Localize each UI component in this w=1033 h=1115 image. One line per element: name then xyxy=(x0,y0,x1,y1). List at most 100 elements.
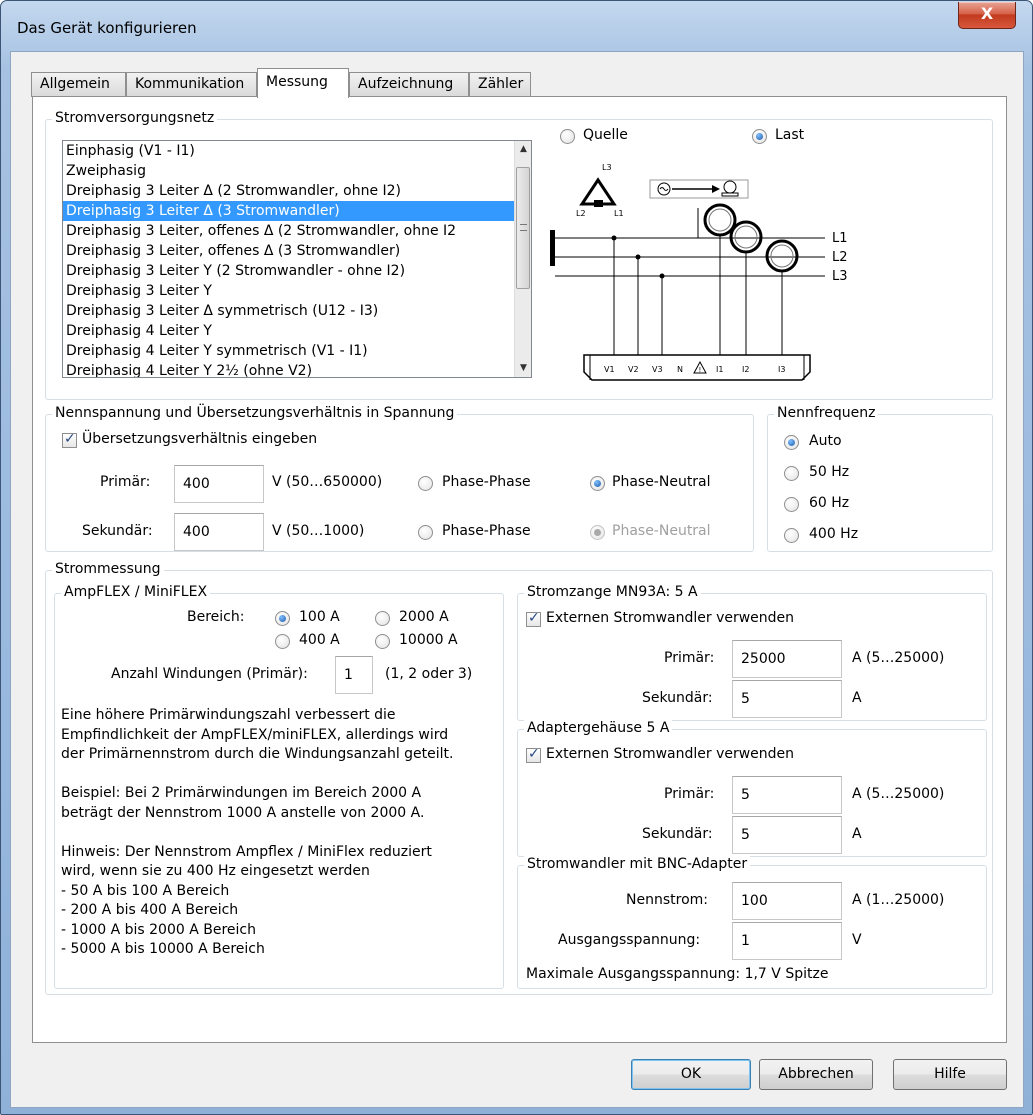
list-item[interactable]: Dreiphasig 3 Leiter Δ (2 Stromwandler, o… xyxy=(63,181,531,201)
network-type-list[interactable]: Einphasig (V1 - I1) Zweiphasig Dreiphasig … xyxy=(62,140,532,378)
adapter-primary-input[interactable]: 5 xyxy=(732,776,842,814)
help-button[interactable]: Hilfe xyxy=(893,1059,1007,1090)
mn93a-secondary-input[interactable]: 5 xyxy=(732,680,842,718)
adapter-secondary-input[interactable]: 5 xyxy=(732,816,842,854)
network-list-scrollbar[interactable]: ▲ ▼ xyxy=(514,141,531,377)
list-item[interactable]: Zweiphasig xyxy=(63,161,531,181)
info-text-line: beträgt der Nennstrom 1000 A anstelle vo… xyxy=(61,804,425,821)
range-100a-label: 100 A xyxy=(299,609,340,625)
wiring-diagram: L3 L2 L1 L1 L2 L3 V1 V2 V3 N I1 I2 I3 ! xyxy=(550,163,848,381)
secondary-phase-phase-radio[interactable] xyxy=(418,525,433,540)
list-item[interactable]: Einphasig (V1 - I1) xyxy=(63,141,531,161)
list-item[interactable]: Dreiphasig 4 Leiter Y xyxy=(63,321,531,341)
list-item[interactable]: Dreiphasig 3 Leiter Y (2 Stromwandler - … xyxy=(63,261,531,281)
frequency-legend: Nennfrequenz xyxy=(774,405,879,421)
ampflex-group: AmpFLEX / MiniFLEX Bereich: 100 A 2000 A… xyxy=(54,584,504,989)
mn93a-primary-input[interactable]: 25000 xyxy=(732,640,842,678)
source-label: Quelle xyxy=(583,127,628,143)
voltage-group: Nennspannung und Übersetzungsverhältnis … xyxy=(45,405,754,552)
terminal-v1: V1 xyxy=(604,365,615,374)
bnc-group: Stromwandler mit BNC-Adapter Nennstrom: … xyxy=(517,856,987,989)
list-item[interactable]: Dreiphasig 3 Leiter Δ (3 Stromwandler) xyxy=(63,201,531,221)
network-legend: Stromversorgungsnetz xyxy=(52,110,218,126)
load-radio[interactable] xyxy=(752,129,767,144)
primary-phase-phase-label: Phase-Phase xyxy=(442,474,531,490)
source-radio[interactable] xyxy=(560,129,575,144)
range-10000a-label: 10000 A xyxy=(399,632,458,648)
adapter-ext-checkbox[interactable] xyxy=(526,746,541,763)
title-bar[interactable]: Das Gerät konfigurieren X xyxy=(1,1,1032,51)
cancel-button[interactable]: Abbrechen xyxy=(759,1059,873,1090)
list-item[interactable]: Dreiphasig 4 Leiter Y 2½ (ohne V2) xyxy=(63,361,531,377)
freq-60hz-label: 60 Hz xyxy=(809,495,850,511)
info-text-line xyxy=(61,765,454,785)
secondary-phase-neutral-label: Phase-Neutral xyxy=(612,523,711,539)
scroll-up-arrow[interactable]: ▲ xyxy=(515,141,531,158)
info-text-line: Beispiel: Bei 2 Primärwindungen im Berei… xyxy=(61,785,422,801)
freq-400hz-radio[interactable] xyxy=(784,528,799,543)
tab-aufzeichnung[interactable]: Aufzeichnung xyxy=(349,72,469,97)
info-text-line: - 200 A bis 400 A Bereich xyxy=(61,902,239,918)
terminal-i3: I3 xyxy=(778,365,785,374)
terminal-v2: V2 xyxy=(628,365,639,374)
list-item[interactable]: Dreiphasig 3 Leiter, offenes Δ (3 Stromw… xyxy=(63,241,531,261)
range-2000a-radio[interactable] xyxy=(375,611,390,626)
delta-label-l3: L3 xyxy=(602,163,612,172)
voltage-primary-range: V (50…650000) xyxy=(272,474,383,490)
voltage-secondary-input[interactable]: 400 xyxy=(174,513,264,551)
dialog-client: Allgemein Kommunikation Messung Aufzeich… xyxy=(10,51,1024,1108)
info-text-line: - 50 A bis 100 A Bereich xyxy=(61,882,230,899)
voltage-primary-label: Primär: xyxy=(100,474,151,490)
ok-button[interactable]: OK xyxy=(631,1059,751,1090)
list-item[interactable]: Dreiphasig 3 Leiter, offenes Δ (2 Stromw… xyxy=(63,221,531,241)
tab-allgemein[interactable]: Allgemein xyxy=(31,72,126,97)
voltage-secondary-range: V (50…1000) xyxy=(272,523,365,539)
mn93a-ext-checkbox[interactable] xyxy=(526,610,541,627)
primary-phase-phase-radio[interactable] xyxy=(418,476,433,491)
scroll-down-arrow[interactable]: ▼ xyxy=(515,360,531,377)
terminal-i2: I2 xyxy=(742,365,749,374)
delta-symbol-icon: L3 L2 L1 xyxy=(576,163,624,218)
range-100a-radio[interactable] xyxy=(275,611,290,626)
close-button[interactable]: X xyxy=(958,2,1016,29)
mn93a-secondary-unit: A xyxy=(852,690,862,706)
tab-messung[interactable]: Messung xyxy=(257,68,349,98)
adapter-primary-range: A (5…25000) xyxy=(852,786,945,802)
info-text-line: Hinweis: Der Nennstrom Ampflex / MiniFle… xyxy=(61,843,432,860)
mn93a-ext-label: Externen Stromwandler verwenden xyxy=(546,610,795,626)
tab-zaehler[interactable]: Zähler xyxy=(469,72,531,97)
terminal-i1: I1 xyxy=(716,365,723,374)
freq-400hz-label: 400 Hz xyxy=(809,526,859,542)
adapter-primary-label: Primär: xyxy=(664,786,715,802)
bnc-output-input[interactable]: 1 xyxy=(732,922,842,960)
terminal-n: N xyxy=(677,365,683,374)
range-400a-radio[interactable] xyxy=(275,634,290,649)
freq-auto-radio[interactable] xyxy=(784,435,799,450)
mn93a-group: Stromzange MN93A: 5 A Externen Stromwand… xyxy=(517,584,987,721)
adapter-secondary-label: Sekundär: xyxy=(642,826,713,842)
dialog-footer: OK Abbrechen Hilfe xyxy=(11,1043,1023,1107)
info-text-line: - 1000 A bis 2000 A Bereich xyxy=(61,921,256,938)
tab-kommunikation[interactable]: Kommunikation xyxy=(126,72,257,97)
primary-phase-neutral-radio[interactable] xyxy=(590,476,605,491)
tab-page-messung: Stromversorgungsnetz Einphasig (V1 - I1)… xyxy=(32,96,1007,1043)
freq-60hz-radio[interactable] xyxy=(784,497,799,512)
terminal-v3: V3 xyxy=(652,365,663,374)
svg-text:!: ! xyxy=(699,366,702,374)
source-to-load-icon xyxy=(649,179,749,199)
range-400a-label: 400 A xyxy=(299,632,340,648)
network-group: Stromversorgungsnetz Einphasig (V1 - I1)… xyxy=(45,110,993,400)
line-label-l1: L1 xyxy=(832,231,848,246)
windings-input[interactable]: 1 xyxy=(335,656,373,694)
range-10000a-radio[interactable] xyxy=(375,634,390,649)
scroll-thumb[interactable] xyxy=(516,167,530,289)
list-item[interactable]: Dreiphasig 4 Leiter Y symmetrisch (V1 - … xyxy=(63,341,531,361)
list-item[interactable]: Dreiphasig 3 Leiter Y xyxy=(63,281,531,301)
bnc-nominal-input[interactable]: 100 xyxy=(732,882,842,920)
current-legend: Strommessung xyxy=(52,561,164,577)
freq-50hz-radio[interactable] xyxy=(784,466,799,481)
adapter-group: Adaptergehäuse 5 A Externen Stromwandler… xyxy=(517,720,987,857)
list-item[interactable]: Dreiphasig 3 Leiter Δ symmetrisch (U12 -… xyxy=(63,301,531,321)
ratio-checkbox[interactable] xyxy=(62,431,77,448)
voltage-primary-input[interactable]: 400 xyxy=(174,465,264,503)
